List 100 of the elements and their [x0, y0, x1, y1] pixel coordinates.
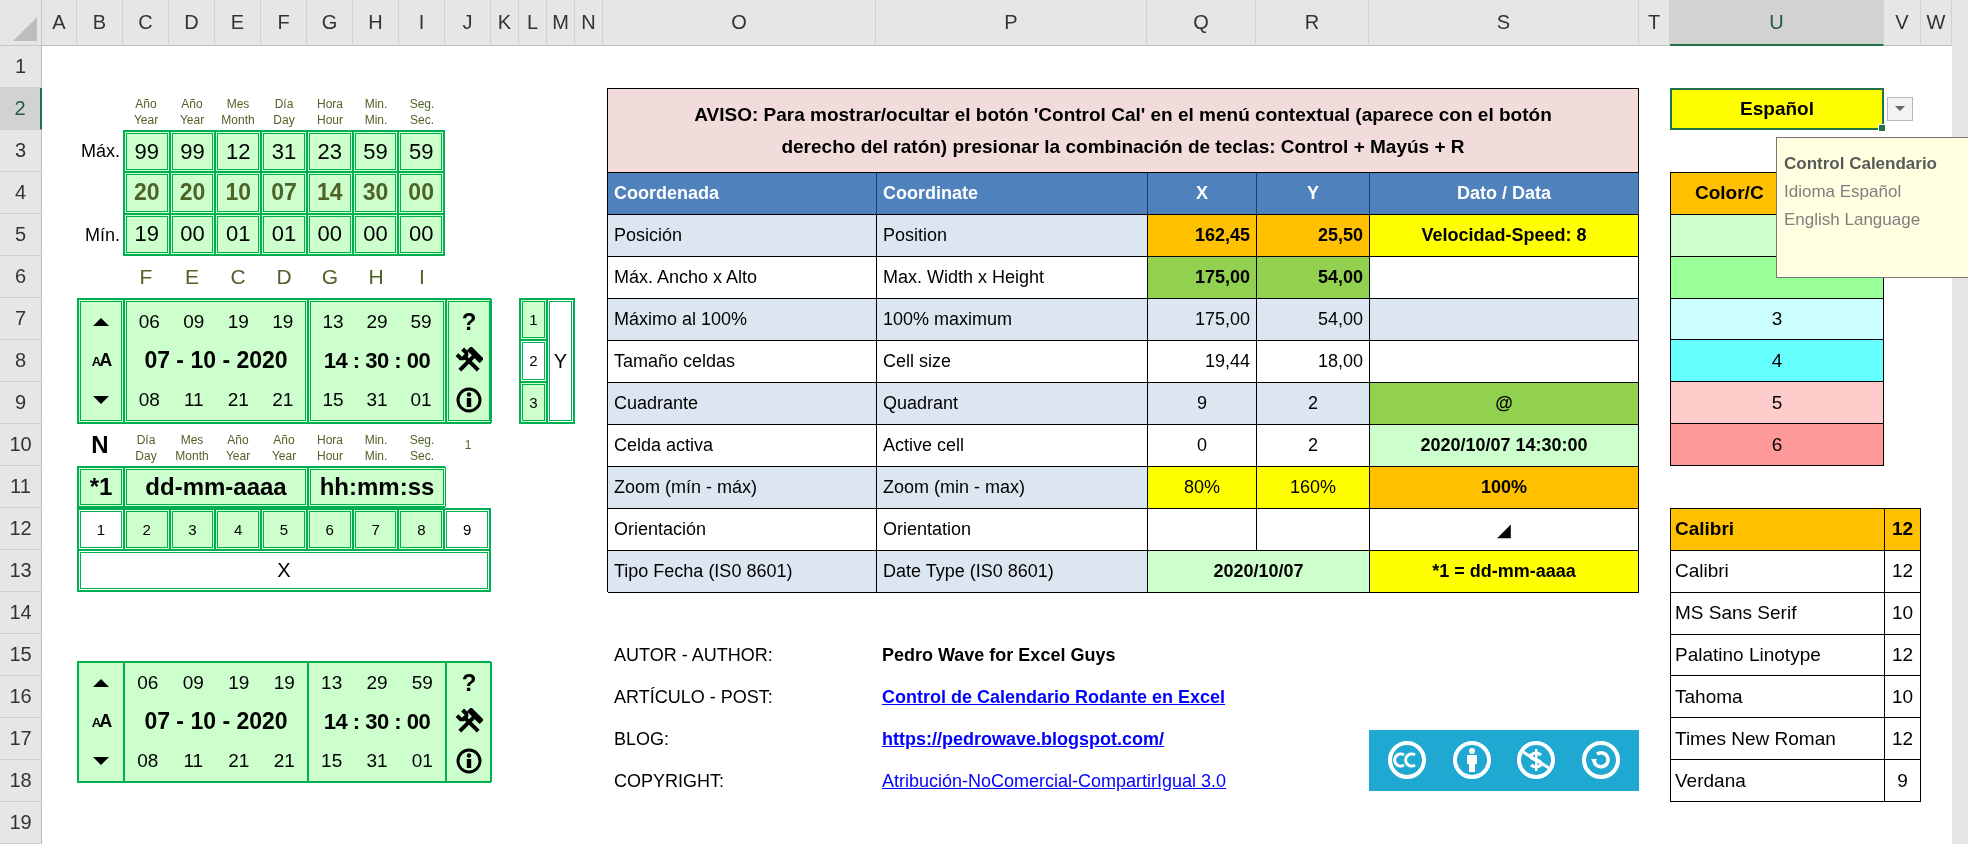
table-cell: 2020/10/07 14:30:00 [1370, 425, 1639, 467]
table-cell: 54,00 [1257, 299, 1370, 341]
table-cell: 54,00 [1257, 257, 1370, 299]
column-caption: Año [227, 432, 249, 448]
column-caption: Año [273, 432, 295, 448]
column-caption: Min. [364, 112, 388, 128]
table-cell: 0 [1148, 425, 1257, 467]
column-caption: Year [225, 448, 251, 464]
table-cell: 10 [1885, 592, 1921, 635]
table-cell: Position [877, 215, 1148, 257]
table-cell: Tahoma [1671, 676, 1885, 719]
row-label: Mín. [85, 224, 120, 246]
table-cell: 9 [1148, 383, 1257, 425]
table-cell: 2020/10/07 [1148, 551, 1370, 593]
table-cell: Date Type (IS0 8601) [877, 551, 1148, 593]
table-cell: MS Sans Serif [1671, 592, 1885, 635]
table-cell: Orientation [877, 509, 1148, 551]
author-name: Pedro Wave for Excel Guys [882, 644, 1116, 666]
column-caption: Hora [317, 96, 343, 112]
table-cell: Quadrant [877, 383, 1148, 425]
table-cell: *1 = dd-mm-aaaa [1370, 551, 1639, 593]
column-caption: Día [136, 432, 156, 448]
credit-label: COPYRIGHT: [613, 769, 725, 793]
column-caption: Hora [317, 432, 343, 448]
table-cell: Active cell [877, 425, 1148, 467]
column-heading: Coordinate [877, 173, 1148, 215]
table-cell: Tamaño celdas [608, 341, 877, 383]
table-cell: 12 [1885, 718, 1921, 761]
table-cell: Verdana [1671, 760, 1885, 802]
table-cell: 12 [1885, 634, 1921, 677]
column-caption: Año [135, 96, 157, 112]
axis-label: Y [547, 299, 574, 423]
table-cell: Máx. Ancho x Alto [608, 257, 877, 299]
axis-label: X [78, 550, 490, 591]
table-cell: 175,00 [1148, 257, 1257, 299]
column-caption: Sec. [410, 448, 434, 464]
column-letter: I [419, 265, 425, 289]
table-cell: 19,44 [1148, 341, 1257, 383]
table-cell: 80% [1148, 467, 1257, 509]
table-cell: 10 [1885, 676, 1921, 719]
column-caption: Year [133, 112, 159, 128]
column-caption: Hour [317, 448, 343, 464]
row-label: Máx. [81, 140, 120, 162]
credit-label: AUTOR - AUTHOR: [613, 643, 774, 667]
table-cell: 160% [1257, 467, 1370, 509]
table-cell: 2 [1257, 383, 1370, 425]
table-cell: Cell size [877, 341, 1148, 383]
table-cell: 100% [1370, 467, 1639, 509]
column-caption: Min. [364, 96, 388, 112]
column-letter: F [139, 265, 153, 289]
column-caption: Day [273, 112, 295, 128]
table-cell: Zoom (mín - máx) [608, 467, 877, 509]
table-cell: Times New Roman [1671, 718, 1885, 761]
table-cell: ◢ [1370, 509, 1639, 551]
column-caption: Seg. [409, 96, 435, 112]
table-cell: 18,00 [1257, 341, 1370, 383]
table-cell: Palatino Linotype [1671, 634, 1885, 677]
table-cell: Calibri [1671, 550, 1885, 593]
row-label: N [91, 431, 109, 459]
column-letter: C [230, 265, 246, 289]
column-heading: X [1148, 173, 1257, 215]
column-heading: Y [1257, 173, 1370, 215]
tooltip-text: English Language [1784, 209, 1922, 231]
column-letter: E [185, 265, 199, 289]
table-cell: Zoom (min - max) [877, 467, 1148, 509]
column-heading: Color/C [1695, 182, 1764, 205]
table-cell: Velocidad-Speed: 8 [1370, 215, 1639, 257]
column-letter: G [321, 265, 339, 289]
table-cell: Cuadrante [608, 383, 877, 425]
table-cell: Celda activa [608, 425, 877, 467]
notice-text: AVISO: Para mostrar/ocultar el botón 'Control Cal' en el menú contextual (aparece con el botón derecho del ratón) presionar la combinación de teclas: Control + Mayús + R [608, 89, 1639, 173]
table-cell: Máximo al 100% [608, 299, 877, 341]
note-number: 1 [464, 438, 472, 452]
credit-label: BLOG: [613, 727, 671, 751]
table-cell: 2 [1257, 425, 1370, 467]
column-heading: Dato / Data [1370, 173, 1639, 215]
column-caption: Min. [364, 448, 388, 464]
column-caption: Year [271, 448, 297, 464]
column-caption: Día [274, 96, 294, 112]
tooltip-title: Control Calendario [1784, 153, 1938, 175]
column-caption: Year [179, 112, 205, 128]
credit-label: ARTÍCULO - POST: [613, 685, 774, 709]
column-caption: Sec. [410, 112, 434, 128]
column-caption: Month [175, 448, 209, 464]
column-caption: Mes [226, 96, 250, 112]
column-letter: H [368, 265, 384, 289]
column-letter: D [276, 265, 292, 289]
table-cell: Posición [608, 215, 877, 257]
column-caption: Day [135, 448, 157, 464]
column-caption: Año [181, 96, 203, 112]
table-cell: 162,45 [1148, 215, 1257, 257]
column-caption: Mes [180, 432, 204, 448]
table-cell: Tipo Fecha (IS0 8601) [608, 551, 877, 593]
column-caption: Month [221, 112, 255, 128]
table-cell: 12 [1885, 550, 1921, 593]
tooltip-text: Idioma Español [1784, 181, 1903, 203]
column-caption: Seg. [409, 432, 435, 448]
table-cell: 25,50 [1257, 215, 1370, 257]
column-caption: Min. [364, 432, 388, 448]
column-caption: Hour [317, 112, 343, 128]
